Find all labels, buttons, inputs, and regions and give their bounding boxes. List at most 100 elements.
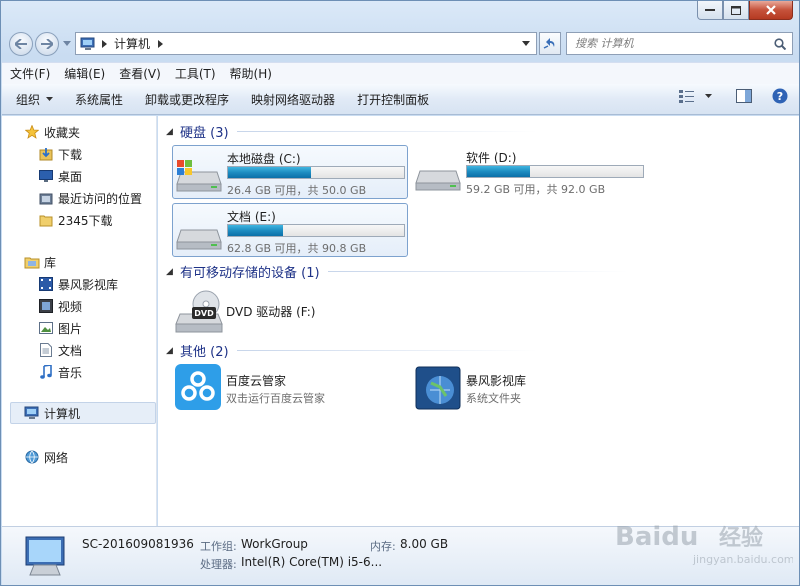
uninstall-program-button[interactable]: 卸载或更改程序 <box>145 91 229 108</box>
view-controls: ? <box>679 88 788 104</box>
menu-edit[interactable]: 编辑(E) <box>64 65 105 82</box>
group-divider <box>327 271 628 272</box>
arrow-left-icon <box>15 39 27 49</box>
window-controls <box>697 1 793 21</box>
processor-label: 处理器: <box>200 558 237 571</box>
processor-value: Intel(R) Core(TM) i5-6... <box>241 555 383 569</box>
computer-name: SC-201609081936 <box>82 537 194 551</box>
sidebar-item-documents[interactable]: 文档 <box>38 340 82 360</box>
preview-pane-icon[interactable] <box>736 89 752 103</box>
sidebar-item-label: 最近访问的位置 <box>58 191 143 206</box>
star-icon <box>24 124 40 140</box>
drive-e[interactable]: 文档 (E:) 62.8 GB 可用，共 90.8 GB <box>172 203 408 257</box>
hard-drive-windows-icon <box>176 160 222 192</box>
sidebar-item-recent-places[interactable]: 最近访问的位置 <box>38 188 142 208</box>
menu-file[interactable]: 文件(F) <box>10 65 50 82</box>
arrow-right-icon <box>41 39 53 49</box>
group-header-hard-disks[interactable]: ◢ 硬盘 (3) <box>166 122 537 141</box>
group-header-other[interactable]: ◢ 其他 (2) <box>166 341 537 360</box>
group-divider <box>236 350 537 351</box>
view-options-chevron-icon[interactable] <box>705 94 712 98</box>
sidebar-item-music[interactable]: 音乐 <box>38 362 82 382</box>
sidebar-item-computer[interactable]: 计算机 <box>24 403 80 423</box>
search-box[interactable] <box>566 32 793 55</box>
help-icon[interactable]: ? <box>772 88 788 104</box>
menu-bar: 文件(F) 编辑(E) 查看(V) 工具(T) 帮助(H) <box>2 62 799 84</box>
sidebar-item-2345-downloads[interactable]: 2345下载 <box>38 210 113 230</box>
collapse-arrow-icon[interactable]: ◢ <box>166 127 176 137</box>
minimize-button[interactable] <box>697 1 723 20</box>
group-title: 其他 (2) <box>180 345 229 360</box>
video-library-icon <box>38 276 54 292</box>
sidebar-computer-label: 计算机 <box>44 406 81 421</box>
open-control-panel-button[interactable]: 打开控制面板 <box>357 91 429 108</box>
sidebar-item-label: 2345下载 <box>58 213 113 228</box>
library-icon <box>24 254 40 270</box>
sidebar-item-label: 音乐 <box>58 365 83 380</box>
sidebar-item-network[interactable]: 网络 <box>24 447 68 467</box>
breadcrumb-separator-icon[interactable] <box>102 39 108 48</box>
drive-usage-fill <box>228 225 283 236</box>
hard-drive-icon <box>176 229 222 250</box>
group-title: 硬盘 (3) <box>180 126 229 141</box>
sidebar-item-videos[interactable]: 视频 <box>38 296 82 316</box>
refresh-button[interactable] <box>539 32 561 55</box>
item-baidu-cloud[interactable]: 百度云管家 双击运行百度云管家 <box>172 364 408 414</box>
organize-button[interactable]: 组织 <box>16 91 54 108</box>
menu-tools[interactable]: 工具(T) <box>175 65 216 82</box>
change-view-icon[interactable] <box>679 89 695 103</box>
menu-help[interactable]: 帮助(H) <box>230 65 272 82</box>
sidebar-libraries-label: 库 <box>44 255 57 270</box>
back-button[interactable] <box>9 32 33 56</box>
address-bar[interactable]: 计算机 <box>75 32 537 55</box>
recent-pages-dropdown-icon[interactable] <box>63 41 71 47</box>
address-dropdown-icon[interactable] <box>522 41 530 46</box>
sidebar-item-baofeng-library[interactable]: 暴风影视库 <box>38 274 118 294</box>
computer-icon <box>80 37 95 50</box>
baidu-cloud-icon <box>175 364 221 410</box>
drive-dvd[interactable]: DVD DVD 驱动器 (F:) <box>172 286 408 338</box>
group-header-removable[interactable]: ◢ 有可移动存储的设备 (1) <box>166 262 628 281</box>
search-input[interactable] <box>575 37 774 50</box>
close-icon <box>766 5 776 15</box>
hard-drive-icon <box>415 170 461 191</box>
drive-d[interactable]: 软件 (D:) 59.2 GB 可用，共 92.0 GB <box>412 145 648 199</box>
pictures-icon <box>38 320 54 336</box>
refresh-icon <box>543 37 555 49</box>
maximize-button[interactable] <box>723 1 749 20</box>
item-baofeng-library[interactable]: 暴风影视库 系统文件夹 <box>412 364 648 414</box>
forward-button[interactable] <box>35 32 59 56</box>
drive-space-info: 59.2 GB 可用，共 92.0 GB <box>466 183 606 196</box>
navigation-bar: 计算机 <box>9 31 793 57</box>
recent-places-icon <box>38 190 54 206</box>
item-name: 暴风影视库 <box>466 374 527 388</box>
breadcrumb-computer[interactable]: 计算机 <box>114 35 150 52</box>
breadcrumb-separator-icon[interactable] <box>158 39 164 48</box>
close-button[interactable] <box>749 1 793 20</box>
sidebar-favorites[interactable]: 收藏夹 <box>24 122 80 142</box>
system-properties-button[interactable]: 系统属性 <box>75 91 123 108</box>
sidebar-item-pictures[interactable]: 图片 <box>38 318 82 338</box>
sidebar-item-label: 文档 <box>58 343 83 358</box>
collapse-arrow-icon[interactable]: ◢ <box>166 346 176 356</box>
music-icon <box>38 364 54 380</box>
item-name: 百度云管家 <box>226 374 287 388</box>
watermark-brand: Baidu <box>615 522 698 552</box>
drive-c[interactable]: 本地磁盘 (C:) 26.4 GB 可用，共 50.0 GB <box>172 145 408 199</box>
menu-view[interactable]: 查看(V) <box>119 65 161 82</box>
navigation-pane: 收藏夹 下载 桌面 最近访问的位置 2345下载 库 暴风影视库 视频 图片 文… <box>2 116 157 526</box>
drive-name: 本地磁盘 (C:) <box>227 152 301 166</box>
drive-name: 软件 (D:) <box>466 151 517 165</box>
maximize-icon <box>731 5 741 15</box>
downloads-folder-icon <box>38 146 54 162</box>
collapse-arrow-icon[interactable]: ◢ <box>166 267 176 277</box>
sidebar-libraries[interactable]: 库 <box>24 252 56 272</box>
dvd-badge: DVD <box>194 309 214 318</box>
organize-label: 组织 <box>16 92 41 107</box>
map-network-drive-button[interactable]: 映射网络驱动器 <box>251 91 335 108</box>
sidebar-item-downloads[interactable]: 下载 <box>38 144 82 164</box>
search-icon[interactable] <box>774 37 786 50</box>
folder-icon <box>38 212 54 228</box>
sidebar-item-desktop[interactable]: 桌面 <box>38 166 82 186</box>
baofeng-library-icon <box>415 366 461 410</box>
